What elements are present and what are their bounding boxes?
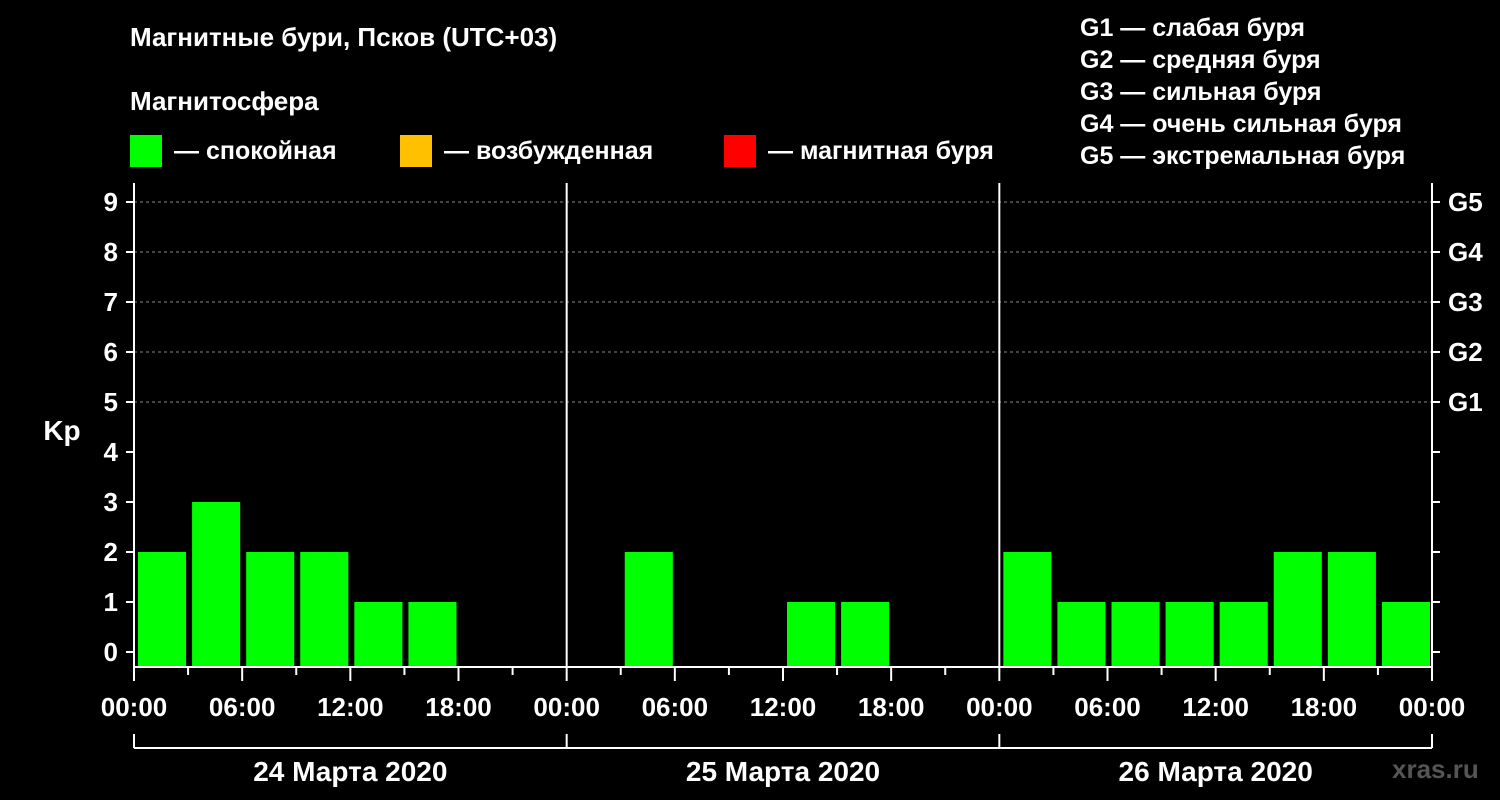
kp-bar (192, 502, 241, 667)
kp-bar (1165, 602, 1214, 667)
y-tick-label: 9 (104, 187, 118, 217)
kp-bar (1273, 552, 1322, 667)
storm-level-tick-label: G2 (1448, 337, 1483, 367)
storm-level-tick-label: G5 (1448, 187, 1483, 217)
day-label: 24 Марта 2020 (253, 756, 447, 787)
x-tick-label: 12:00 (750, 692, 817, 722)
kp-bar (1057, 602, 1106, 667)
y-tick-label: 4 (104, 437, 119, 467)
x-tick-label: 00:00 (533, 692, 600, 722)
watermark: xras.ru (1392, 754, 1479, 784)
day-label: 25 Марта 2020 (686, 756, 880, 787)
y-tick-label: 1 (104, 587, 118, 617)
x-tick-label: 12:00 (317, 692, 384, 722)
x-tick-label: 18:00 (858, 692, 925, 722)
y-tick-label: 7 (104, 287, 118, 317)
x-tick-label: 06:00 (642, 692, 709, 722)
x-tick-label: 00:00 (1399, 692, 1466, 722)
storm-level-tick-label: G3 (1448, 287, 1483, 317)
x-tick-label: 00:00 (966, 692, 1033, 722)
kp-bar (1327, 552, 1376, 667)
kp-bar (841, 602, 890, 667)
kp-bar (624, 552, 673, 667)
y-tick-label: 5 (104, 387, 118, 417)
kp-bar (1381, 602, 1430, 667)
x-tick-label: 00:00 (101, 692, 168, 722)
y-tick-label: 6 (104, 337, 118, 367)
storm-level-tick-label: G1 (1448, 387, 1483, 417)
x-tick-label: 18:00 (1291, 692, 1358, 722)
kp-bar (246, 552, 295, 667)
kp-bar (354, 602, 403, 667)
kp-bar (787, 602, 836, 667)
day-label: 26 Марта 2020 (1119, 756, 1313, 787)
y-axis-label: Kp (43, 415, 80, 446)
kp-bar (138, 552, 187, 667)
kp-bar (1111, 602, 1160, 667)
x-tick-label: 12:00 (1182, 692, 1249, 722)
kp-bar (408, 602, 457, 667)
storm-level-tick-label: G4 (1448, 237, 1483, 267)
y-tick-label: 0 (104, 637, 118, 667)
x-tick-label: 06:00 (209, 692, 276, 722)
x-tick-label: 18:00 (425, 692, 492, 722)
kp-chart: 0 1 2 3 4 5 6 7 8 9 G1 G2 G3 G4 G5 Kp 00:00 06:00 12:00 18:… (43, 183, 1483, 787)
kp-bar (1003, 552, 1052, 667)
y-tick-label: 2 (104, 537, 118, 567)
kp-bar (1219, 602, 1268, 667)
y-tick-label: 8 (104, 237, 118, 267)
kp-bar (300, 552, 349, 667)
x-tick-label: 06:00 (1074, 692, 1141, 722)
y-tick-label: 3 (104, 487, 118, 517)
